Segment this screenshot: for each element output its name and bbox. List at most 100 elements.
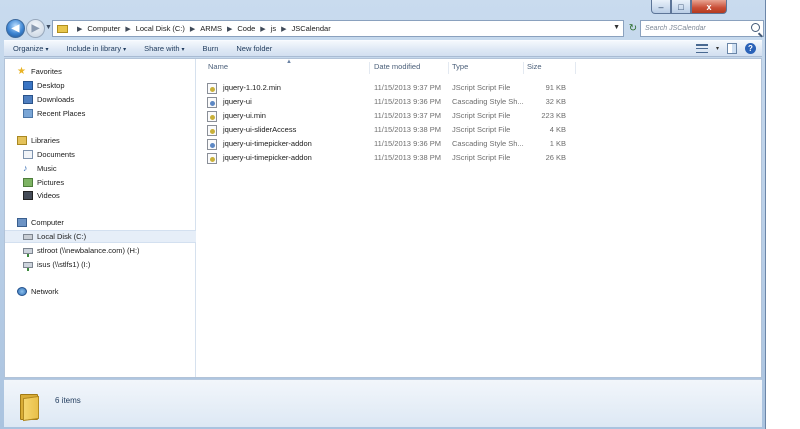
address-dropdown[interactable]: ▼ xyxy=(613,24,620,31)
file-type: Cascading Style Sh... xyxy=(452,139,524,148)
breadcrumb-jscalendar[interactable]: JSCalendar xyxy=(292,24,331,33)
dropdown-icon: ▾ xyxy=(181,47,185,53)
network-drive-icon xyxy=(23,261,33,271)
maximize-button[interactable]: □ xyxy=(671,0,691,14)
breadcrumb-separator[interactable]: ▶ xyxy=(227,25,232,33)
search-input[interactable]: Search JSCalendar xyxy=(640,20,764,37)
share-with-button[interactable]: Share with ▾ xyxy=(135,44,193,53)
file-size: 223 KB xyxy=(541,111,566,120)
file-size: 32 KB xyxy=(545,97,566,106)
file-size: 91 KB xyxy=(545,83,566,92)
include-in-library-button[interactable]: Include in library ▾ xyxy=(57,44,135,53)
file-date: 11/15/2013 9:38 PM xyxy=(374,153,441,162)
file-row[interactable]: jquery-1.10.2.min 11/15/2013 9:37 PM JSc… xyxy=(205,81,761,95)
breadcrumb-arms[interactable]: ARMS xyxy=(200,24,222,33)
close-button[interactable]: x xyxy=(691,0,727,14)
file-row[interactable]: jquery-ui-timepicker-addon 11/15/2013 9:… xyxy=(205,137,761,151)
file-type: JScript Script File xyxy=(452,83,511,92)
nav-label: stlroot (\\newbalance.com) (H:) xyxy=(37,246,140,255)
nav-label: Favorites xyxy=(31,67,62,76)
nav-local-disk[interactable]: Local Disk (C:) xyxy=(5,230,196,243)
file-row[interactable]: jquery-ui.min 11/15/2013 9:37 PM JScript… xyxy=(205,109,761,123)
nav-computer[interactable]: Computer xyxy=(17,216,64,229)
breadcrumb-separator[interactable]: ▶ xyxy=(190,25,195,33)
column-divider[interactable] xyxy=(448,62,449,74)
folder-icon xyxy=(20,394,42,422)
back-button[interactable]: ◀ xyxy=(6,19,25,38)
nav-documents[interactable]: Documents xyxy=(23,148,75,161)
file-row[interactable]: jquery-ui-timepicker-addon 11/15/2013 9:… xyxy=(205,151,761,165)
breadcrumb-separator[interactable]: ▶ xyxy=(260,25,265,33)
star-icon: ★ xyxy=(17,65,26,77)
nav-label: Network xyxy=(31,287,59,296)
view-dropdown-icon[interactable]: ▾ xyxy=(716,45,719,52)
search-placeholder: Search JSCalendar xyxy=(645,25,706,32)
nav-stlroot-drive[interactable]: stlroot (\\newbalance.com) (H:) xyxy=(23,244,140,257)
script-file-icon xyxy=(207,83,217,94)
breadcrumb-separator[interactable]: ▶ xyxy=(281,25,286,33)
nav-isus-drive[interactable]: isus (\\stlfs1) (I:) xyxy=(23,258,90,271)
sort-ascending-icon: ▲ xyxy=(286,59,292,65)
breadcrumb-code[interactable]: Code xyxy=(237,24,255,33)
nav-favorites[interactable]: ★ Favorites xyxy=(17,65,62,78)
nav-network[interactable]: Network xyxy=(17,285,59,298)
file-size: 26 KB xyxy=(545,153,566,162)
nav-label: isus (\\stlfs1) (I:) xyxy=(37,260,91,269)
burn-button[interactable]: Burn xyxy=(194,44,228,53)
libraries-icon xyxy=(17,136,27,145)
nav-label: Downloads xyxy=(37,95,75,104)
column-divider[interactable] xyxy=(575,62,576,74)
network-icon xyxy=(17,287,27,296)
help-icon[interactable]: ? xyxy=(745,43,756,54)
search-icon[interactable] xyxy=(751,23,760,32)
column-header-name[interactable]: Name xyxy=(208,62,228,71)
nav-label: Videos xyxy=(37,191,60,200)
address-bar[interactable]: ▶ Computer ▶ Local Disk (C:) ▶ ARMS ▶ Co… xyxy=(52,20,624,37)
main-content: ★ Favorites Desktop Downloads Recent Pla… xyxy=(4,58,762,378)
file-name: jquery-ui-sliderAccess xyxy=(223,125,297,134)
column-header-size[interactable]: Size xyxy=(527,62,542,71)
column-header-date-modified[interactable]: Date modified xyxy=(374,62,420,71)
nav-videos[interactable]: Videos xyxy=(23,189,60,202)
recent-pages-dropdown[interactable]: ▼ xyxy=(45,24,52,31)
column-header-type[interactable]: Type xyxy=(452,62,468,71)
nav-downloads[interactable]: Downloads xyxy=(23,93,74,106)
file-name: jquery-ui xyxy=(223,97,252,106)
script-file-icon xyxy=(207,111,217,122)
breadcrumb-computer[interactable]: Computer xyxy=(87,24,120,33)
nav-pictures[interactable]: Pictures xyxy=(23,176,64,189)
desktop-icon xyxy=(23,81,33,90)
organize-button[interactable]: Organize ▾ xyxy=(4,44,57,53)
nav-libraries[interactable]: Libraries xyxy=(17,134,60,147)
column-divider[interactable] xyxy=(523,62,524,74)
include-in-library-label: Include in library xyxy=(66,44,122,53)
nav-label: Libraries xyxy=(31,136,60,145)
pictures-icon xyxy=(23,178,33,187)
minimize-button[interactable]: – xyxy=(651,0,671,14)
file-row[interactable]: jquery-ui 11/15/2013 9:36 PM Cascading S… xyxy=(205,95,761,109)
file-date: 11/15/2013 9:37 PM xyxy=(374,83,441,92)
file-size: 1 KB xyxy=(549,139,566,148)
breadcrumb-separator[interactable]: ▶ xyxy=(77,25,82,33)
breadcrumb-js[interactable]: js xyxy=(271,24,276,33)
refresh-button[interactable]: ↻ xyxy=(626,20,640,37)
breadcrumb-separator[interactable]: ▶ xyxy=(125,25,130,33)
nav-label: Desktop xyxy=(37,81,65,90)
item-count: 6 items xyxy=(55,396,81,405)
new-folder-button[interactable]: New folder xyxy=(227,44,281,53)
preview-pane-icon[interactable] xyxy=(727,43,737,54)
file-name: jquery-ui-timepicker-addon xyxy=(223,153,312,162)
navigation-pane: ★ Favorites Desktop Downloads Recent Pla… xyxy=(5,59,196,377)
column-divider[interactable] xyxy=(369,62,370,74)
network-drive-icon xyxy=(23,247,33,257)
nav-label: Local Disk (C:) xyxy=(37,232,87,241)
view-controls: ▾ ? xyxy=(695,43,756,54)
forward-button[interactable]: ▶ xyxy=(26,19,45,38)
script-file-icon xyxy=(207,153,217,164)
nav-desktop[interactable]: Desktop xyxy=(23,79,65,92)
nav-recent-places[interactable]: Recent Places xyxy=(23,107,85,120)
file-row[interactable]: jquery-ui-sliderAccess 11/15/2013 9:38 P… xyxy=(205,123,761,137)
nav-music[interactable]: ♪ Music xyxy=(23,162,57,175)
breadcrumb-local-disk[interactable]: Local Disk (C:) xyxy=(136,24,185,33)
change-view-icon[interactable] xyxy=(695,43,708,54)
